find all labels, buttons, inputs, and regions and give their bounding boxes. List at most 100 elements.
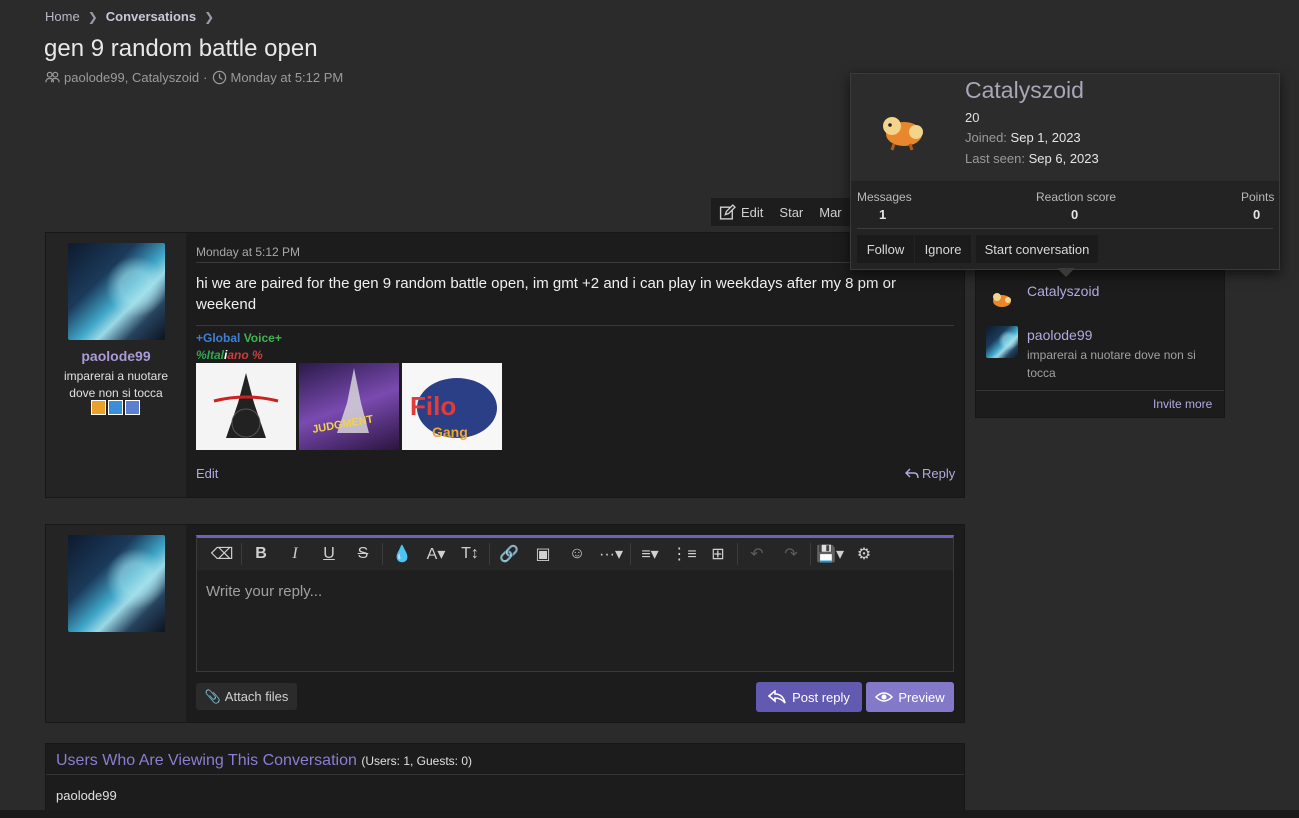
joined-date: Sep 1, 2023 [1010, 130, 1081, 145]
message-reply-link[interactable]: Reply [905, 466, 955, 481]
post-reply-button[interactable]: Post reply [756, 682, 862, 712]
invite-more-link[interactable]: Invite more [1153, 397, 1212, 411]
edit-label: Edit [741, 204, 764, 220]
message-user-block: paolode99 imparerai a nuotare dove non s… [46, 233, 186, 497]
badge-icon [125, 400, 140, 415]
reply-icon [905, 468, 919, 478]
page-bottom-bar [0, 810, 1299, 818]
paperclip-icon: 📎 [204, 688, 221, 704]
editor-toolbar: ⌫ B I U S 💧 A▾ T↕ 🔗 ▣ ☺ ···▾ ≡▾ ⋮≡ ⊞ ↶ ↷… [197, 538, 953, 570]
samurai-drawing [213, 373, 279, 438]
mark-button[interactable]: Mar [811, 205, 849, 220]
message-date[interactable]: Monday at 5:12 PM [196, 245, 300, 259]
growlithe-sprite-icon [883, 117, 923, 151]
undo-icon[interactable]: ↶ [740, 540, 774, 568]
preview-button[interactable]: Preview [866, 682, 954, 712]
judgment-art: JUDGMENT [311, 368, 375, 436]
toolbar-divider [489, 543, 490, 565]
filo-gang-logo: Filo Gang [410, 378, 497, 440]
chevron-right-icon: ❯ [204, 9, 215, 24]
participants-text[interactable]: paolode99, Catalyszoid [64, 70, 199, 85]
toolbar-divider [737, 543, 738, 565]
messages-label: Messages [857, 190, 912, 204]
toolbar-divider [630, 543, 631, 565]
star-button[interactable]: Star [771, 205, 811, 220]
underline-icon[interactable]: U [312, 540, 346, 568]
toolbar-divider [810, 543, 811, 565]
attach-label: Attach files [224, 689, 289, 704]
drafts-icon[interactable]: 💾▾ [813, 540, 847, 568]
conversation-time[interactable]: Monday at 5:12 PM [231, 70, 344, 85]
points-label: Points [1241, 190, 1275, 204]
member-avatar[interactable] [870, 100, 936, 160]
font-size-icon[interactable]: T↕ [453, 540, 487, 568]
signature-line-1: +Global Voice+ [196, 331, 282, 345]
water-badge-icon [108, 400, 123, 415]
post-reply-label: Post reply [792, 689, 850, 705]
reply-icon [768, 690, 786, 704]
participant-name[interactable]: paolode99 [1027, 327, 1092, 343]
signature-image-3: Filo Gang [402, 363, 502, 450]
last-seen-label: Last seen: [965, 151, 1025, 166]
sig-global: +Global [196, 331, 244, 345]
font-family-icon[interactable]: A▾ [419, 540, 453, 568]
member-last-seen: Last seen: Sep 6, 2023 [965, 151, 1099, 166]
eraser-icon[interactable]: ⌫ [205, 540, 239, 568]
participant-avatar[interactable] [986, 326, 1018, 358]
reaction-label: Reaction score [1036, 190, 1117, 204]
preview-label: Preview [898, 689, 945, 705]
reply-input-placeholder[interactable]: Write your reply... [206, 583, 322, 600]
image-icon[interactable]: ▣ [526, 540, 560, 568]
link-icon[interactable]: 🔗 [492, 540, 526, 568]
points-value[interactable]: 0 [1253, 207, 1260, 222]
participant-avatar[interactable] [986, 283, 1018, 315]
sig-voice: Voice+ [243, 331, 282, 345]
toolbar-divider [241, 543, 242, 565]
table-icon[interactable]: ⊞ [701, 540, 735, 568]
participant-name[interactable]: Catalyszoid [1027, 283, 1099, 299]
start-conversation-button[interactable]: Start conversation [976, 235, 1098, 263]
user-title: imparerai a nuotare dove non si tocca [63, 369, 169, 400]
more-options-icon[interactable]: ···▾ [594, 540, 628, 568]
follow-button[interactable]: Follow [857, 235, 914, 263]
reaction-value[interactable]: 0 [1071, 207, 1078, 222]
signature-image-1 [196, 363, 296, 450]
bold-icon[interactable]: B [244, 540, 278, 568]
message-text: hi we are paired for the gen 9 random ba… [196, 275, 896, 313]
italic-icon[interactable]: I [278, 540, 312, 568]
gear-icon[interactable]: ⚙ [847, 540, 881, 568]
redo-icon[interactable]: ↷ [774, 540, 808, 568]
avatar [68, 535, 165, 632]
avatar[interactable] [68, 243, 165, 340]
eye-icon [875, 692, 894, 702]
text-color-icon[interactable]: 💧 [385, 540, 419, 568]
align-icon[interactable]: ≡▾ [633, 540, 667, 568]
conversation-actions: Edit Star Mar [711, 198, 859, 226]
signature-image-2: JUDGMENT [299, 363, 399, 450]
edit-button[interactable]: Edit [711, 203, 771, 221]
breadcrumb: Home ❯ Conversations ❯ [45, 9, 214, 24]
ignore-button[interactable]: Ignore [915, 235, 971, 263]
breadcrumb-conversations[interactable]: Conversations [106, 9, 196, 24]
divider [196, 262, 954, 263]
sig-italia-a: %Ital [196, 348, 225, 362]
signature-line-2: %Italiano % [196, 348, 263, 362]
badge-icon [91, 400, 106, 415]
attach-files-button[interactable]: 📎 Attach files [196, 683, 297, 710]
users-icon [45, 71, 60, 83]
message-author[interactable]: paolode99 [46, 348, 186, 364]
viewing-user[interactable]: paolode99 [56, 788, 117, 803]
signature-divider [196, 325, 954, 326]
page-title: gen 9 random battle open [44, 35, 318, 62]
breadcrumb-home[interactable]: Home [45, 9, 80, 24]
message-edit-link[interactable]: Edit [196, 466, 218, 481]
messages-value[interactable]: 1 [879, 207, 886, 222]
member-name[interactable]: Catalyszoid [965, 77, 1084, 104]
sig-italia-c: ano % [227, 348, 263, 362]
viewing-title: Users Who Are Viewing This Conversation … [56, 752, 472, 770]
smiley-icon[interactable]: ☺ [560, 540, 594, 568]
strikethrough-icon[interactable]: S [346, 540, 380, 568]
viewing-title-text: Users Who Are Viewing This Conversation [56, 752, 357, 769]
reply-label: Reply [922, 466, 956, 481]
list-icon[interactable]: ⋮≡ [667, 540, 701, 568]
